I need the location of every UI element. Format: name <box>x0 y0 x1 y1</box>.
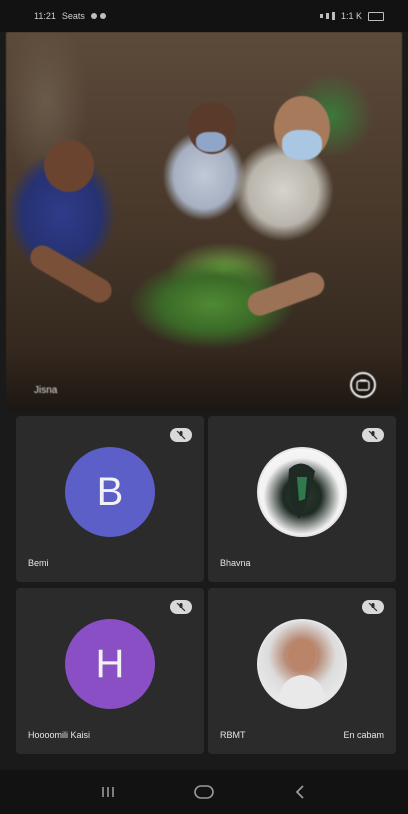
face-mask <box>196 132 226 152</box>
arm <box>26 241 116 307</box>
muted-mic-icon <box>362 600 384 614</box>
back-icon[interactable] <box>285 777 315 807</box>
notification-dot-icon <box>99 13 106 19</box>
participant-tile[interactable]: RBMT En cabam <box>208 588 396 754</box>
participant-name: Hoooomili Kaisi <box>28 730 91 740</box>
person-figure <box>44 140 94 192</box>
face-mask <box>282 130 322 160</box>
participant-tile[interactable]: B Bemi <box>16 416 204 582</box>
participant-grid: B Bemi Bhavna H Hoooomili Kaisi RBMT En … <box>16 416 396 756</box>
avatar-photo <box>257 619 347 710</box>
recent-apps-icon[interactable] <box>93 777 123 807</box>
notification-dot-icon <box>90 13 97 19</box>
participant-tile[interactable]: Bhavna <box>208 416 396 582</box>
participant-name: Bhavna <box>220 558 251 568</box>
participant-name: RBMT <box>220 730 246 740</box>
avatar-initial: B <box>96 469 124 514</box>
status-left: 11:21 Seats <box>34 11 106 21</box>
avatar-photo-content <box>288 463 315 520</box>
switch-camera-icon[interactable] <box>350 372 376 398</box>
participant-name: Bemi <box>28 558 49 568</box>
avatar: H <box>65 619 155 710</box>
muted-mic-icon <box>362 428 384 442</box>
signal-icon <box>319 12 335 20</box>
status-bar: 11:21 Seats 1:1 K <box>0 0 408 32</box>
status-right: 1:1 K <box>319 11 384 21</box>
status-carrier: Seats <box>61 11 85 21</box>
meeting-screen: 11:21 Seats 1:1 K Jisna B Bemi Bhavna H … <box>0 0 408 814</box>
home-icon[interactable] <box>189 777 219 807</box>
participant-subtitle: En cabam <box>343 730 384 740</box>
muted-mic-icon <box>170 600 192 614</box>
system-nav-bar <box>0 770 408 814</box>
notification-icons <box>90 13 106 19</box>
avatar: B <box>65 447 155 538</box>
feed-gradient <box>6 350 402 410</box>
avatar-photo <box>257 447 347 538</box>
participant-tile[interactable]: H Hoooomili Kaisi <box>16 588 204 754</box>
battery-text: 1:1 K <box>340 11 362 21</box>
muted-mic-icon <box>170 428 192 442</box>
avatar-initial: H <box>95 641 125 686</box>
battery-icon <box>368 11 384 21</box>
main-video-feed[interactable]: Jisna <box>6 32 402 410</box>
arm <box>244 269 328 319</box>
feed-participant-name: Jisna <box>34 385 58 396</box>
status-time: 11:21 <box>34 11 56 21</box>
avatar-photo-content <box>277 639 327 708</box>
